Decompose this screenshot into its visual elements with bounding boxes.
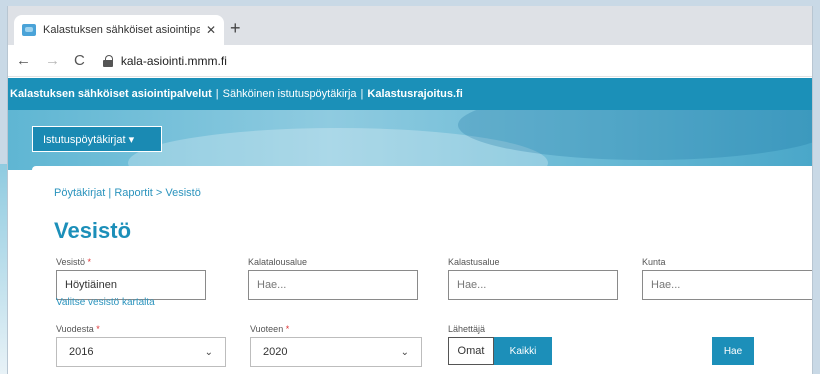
vuodesta-value: 2016 (69, 346, 94, 358)
forward-arrow-icon[interactable]: → (45, 53, 60, 68)
main-content: Pöytäkirjat | Raportit > Vesistö Vesistö… (32, 166, 812, 374)
vuodesta-label: Vuodesta * (56, 324, 100, 334)
header-separator: | (215, 88, 219, 100)
tab-strip: Kalastuksen sähköiset asiointipal ✕ + (8, 6, 812, 45)
header-link-istutuspoytakirja[interactable]: Sähköinen istutuspöytäkirja (223, 88, 357, 100)
kaikki-toggle-button[interactable]: Kaikki (494, 337, 552, 365)
vuodesta-select[interactable]: 2016 ⌄ (56, 337, 226, 367)
hero-banner: Istutuspöytäkirjat ▾ (8, 110, 812, 170)
search-button[interactable]: Hae (712, 337, 754, 365)
header-separator: | (360, 88, 364, 100)
istutuspoytakirjat-menu-button[interactable]: Istutuspöytäkirjat ▾ (32, 126, 162, 152)
breadcrumb[interactable]: Pöytäkirjat | Raportit > Vesistö (54, 187, 201, 199)
new-tab-button[interactable]: + (230, 19, 241, 37)
vesisto-input[interactable] (56, 270, 206, 300)
close-tab-icon[interactable]: ✕ (206, 23, 216, 37)
vuoteen-select[interactable]: 2020 ⌄ (250, 337, 422, 367)
header-link-kalastusrajoitus[interactable]: Kalastusrajoitus.fi (367, 88, 462, 100)
vuoteen-value: 2020 (263, 346, 288, 358)
header-link-asiointipalvelut[interactable]: Kalastuksen sähköiset asiointipalvelut (10, 88, 212, 100)
omat-toggle-button[interactable]: Omat (448, 337, 494, 365)
chevron-down-icon: ⌄ (400, 346, 409, 358)
browser-toolbar: ← → C kala-asiointi.mmm.fi (8, 45, 812, 77)
kunta-label: Kunta (642, 257, 666, 267)
reload-icon[interactable]: C (74, 53, 85, 68)
vuoteen-label: Vuoteen * (250, 324, 290, 334)
vesisto-label: Vesistö * (56, 257, 92, 267)
tab-title: Kalastuksen sähköiset asiointipal (43, 24, 200, 36)
kalatalousalue-label: Kalatalousalue (248, 257, 308, 267)
address-bar[interactable]: kala-asiointi.mmm.fi (121, 54, 227, 68)
kalastusalue-label: Kalastusalue (448, 257, 500, 267)
lock-icon[interactable] (102, 54, 113, 67)
required-mark: * (285, 324, 290, 334)
lahettaja-toggle: Omat Kaikki (448, 337, 552, 365)
kalastusalue-input[interactable] (448, 270, 618, 300)
browser-window: Kalastuksen sähköiset asiointipal ✕ + ← … (7, 6, 813, 374)
required-mark: * (87, 257, 92, 267)
browser-tab[interactable]: Kalastuksen sähköiset asiointipal ✕ (14, 15, 224, 45)
favicon-icon (22, 24, 36, 36)
page-title: Vesistö (54, 218, 132, 243)
chevron-down-icon: ⌄ (204, 346, 213, 358)
kunta-input[interactable] (642, 270, 812, 300)
back-arrow-icon[interactable]: ← (16, 53, 31, 68)
map-select-link[interactable]: Valitse vesistö kartalta (56, 297, 155, 308)
lahettaja-label: Lähettäjä (448, 324, 486, 334)
required-mark: * (96, 324, 100, 334)
site-header: Kalastuksen sähköiset asiointipalvelut |… (8, 78, 812, 110)
kalatalousalue-input[interactable] (248, 270, 418, 300)
